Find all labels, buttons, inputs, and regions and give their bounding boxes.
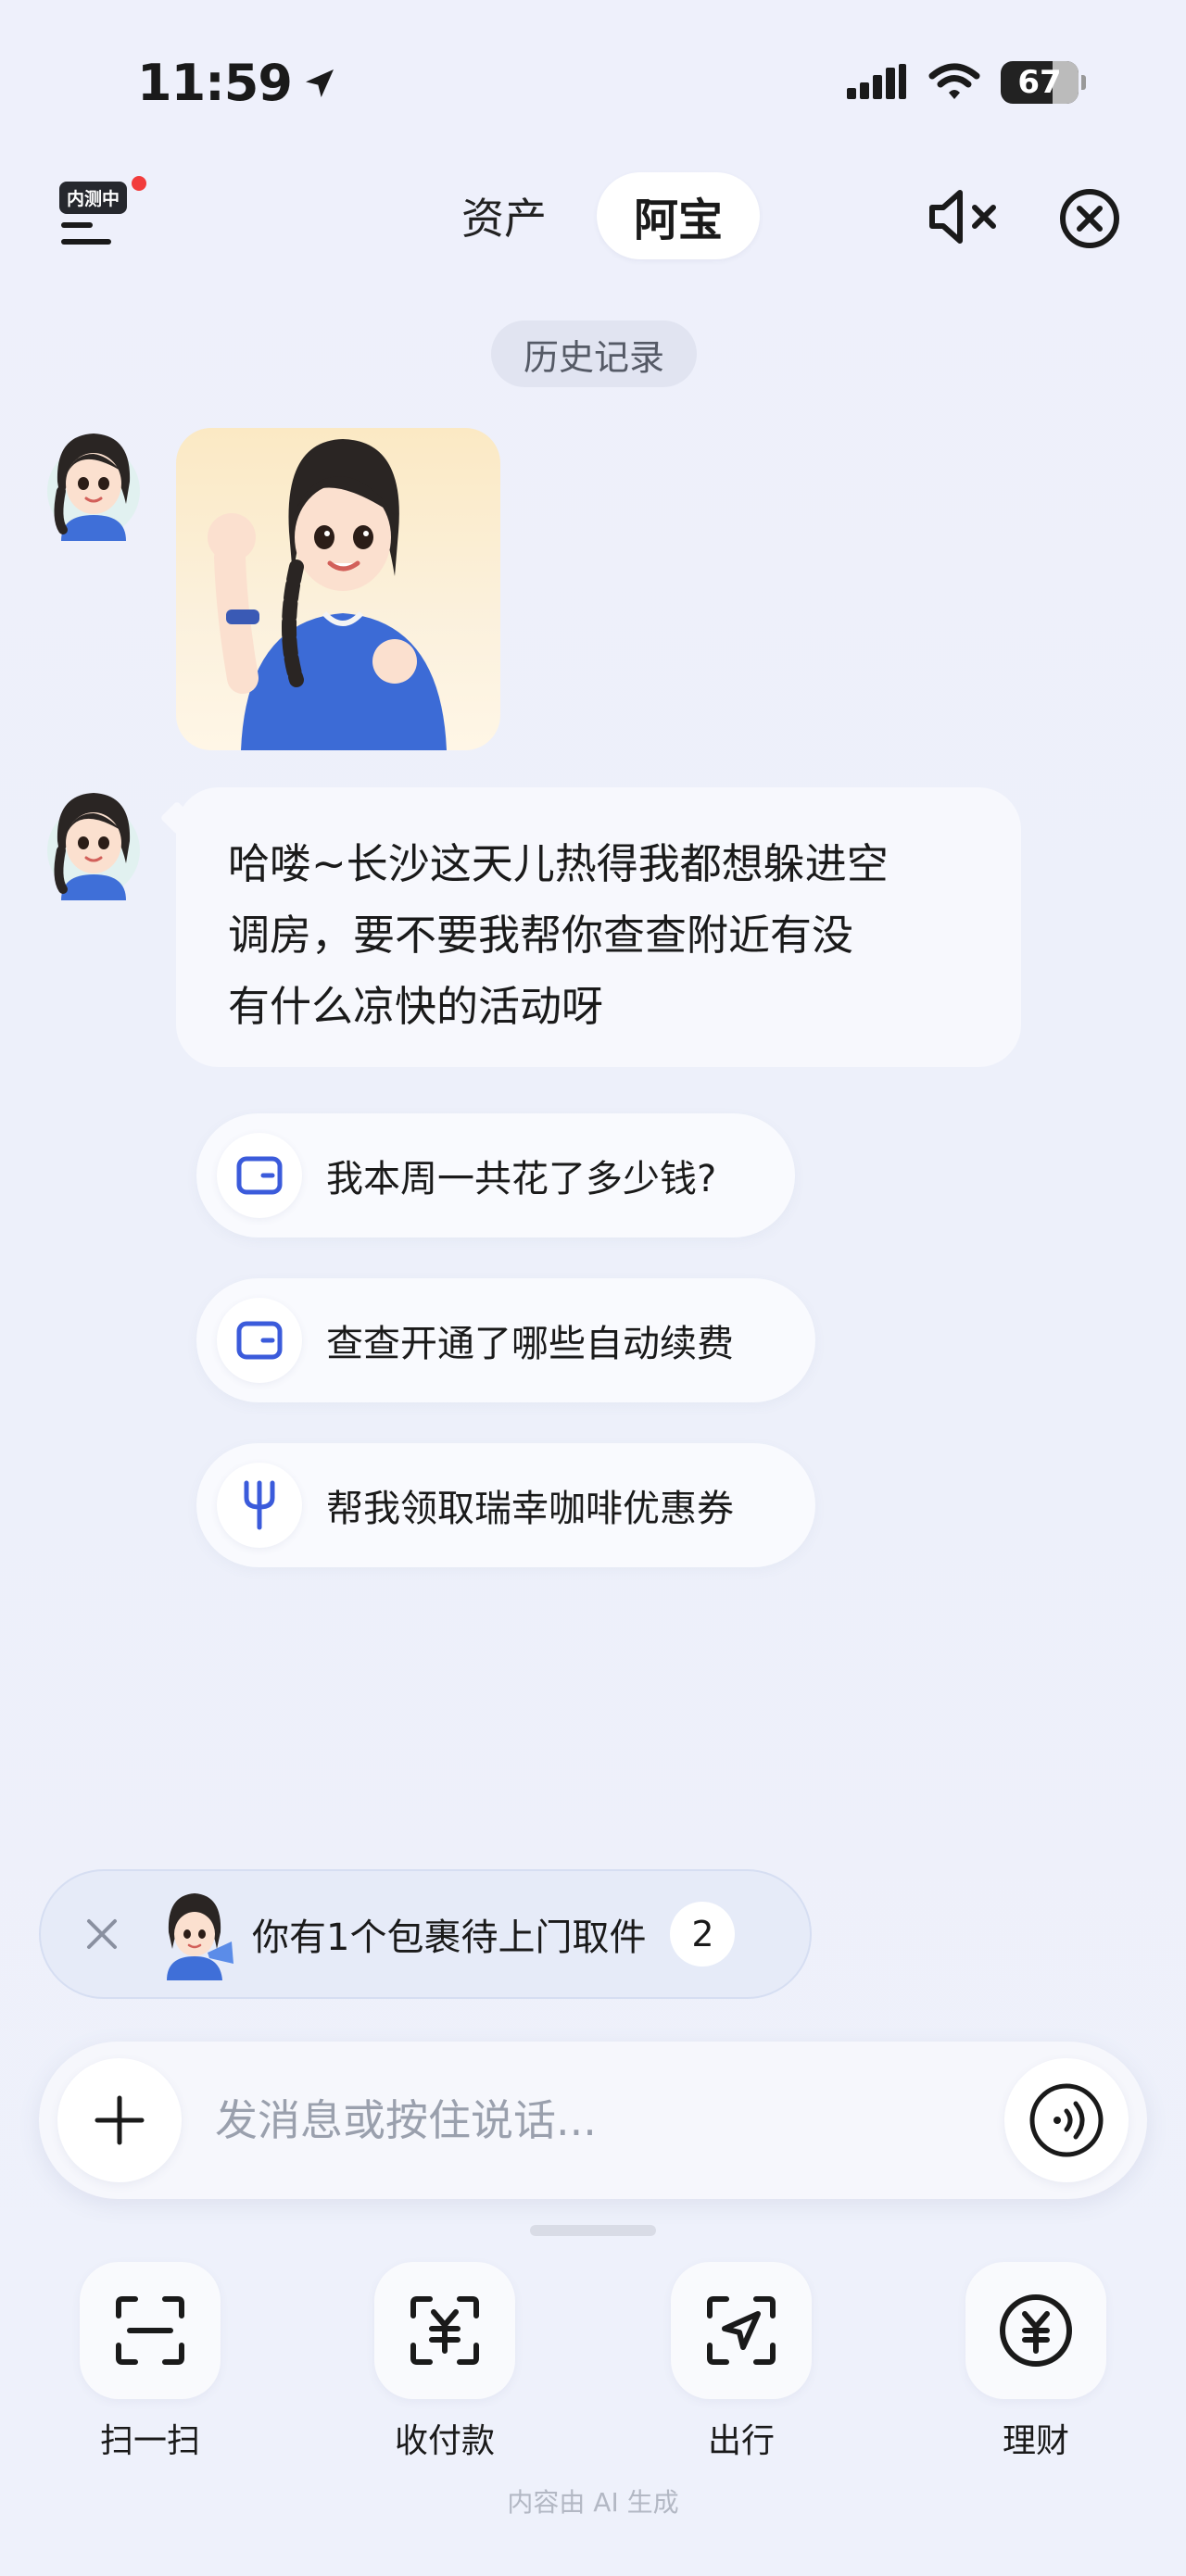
close-icon[interactable] — [1058, 187, 1121, 250]
assistant-avatar — [47, 793, 140, 900]
waving-girl-illustration — [208, 439, 447, 750]
quick-action-label: 出行 — [707, 2422, 775, 2460]
suggestion-label: 我本周一共花了多少钱? — [326, 1158, 717, 1200]
yuan-circle-icon — [1000, 2294, 1072, 2367]
message-line: 有什么凉快的活动呀 — [228, 982, 604, 1031]
navigation-icon — [707, 2296, 776, 2365]
message-composer — [39, 2042, 1147, 2199]
quick-action-scan[interactable]: 扫一扫 — [76, 2262, 224, 2462]
beta-badge: 内测中 — [59, 182, 128, 214]
suggestion-label: 帮我领取瑞幸咖啡优惠券 — [326, 1488, 734, 1530]
wallet-icon — [236, 1321, 283, 1360]
assistant-message: 哈喽~长沙这天儿热得我都想躲进空 调房，要不要我帮你查查附近有没 有什么凉快的活… — [176, 787, 1021, 1067]
yuan-receipt-icon — [410, 2296, 479, 2365]
assistant-avatar — [47, 434, 140, 541]
menu-button[interactable]: 内测中 — [56, 176, 146, 256]
tab-assets[interactable]: 资产 — [461, 185, 547, 246]
location-arrow-icon — [305, 69, 334, 97]
mute-icon[interactable] — [927, 185, 1001, 248]
notification-text: 你有1个包裹待上门取件 — [252, 1916, 647, 1959]
assistant-megaphone-avatar — [167, 1893, 233, 1980]
message-input[interactable] — [182, 2074, 1004, 2167]
suggestion-label: 查查开通了哪些自动续费 — [326, 1323, 734, 1365]
wallet-icon — [236, 1156, 283, 1195]
plus-icon — [95, 2095, 145, 2145]
voice-button[interactable] — [1004, 2058, 1129, 2182]
suggestion-chip[interactable]: 查查开通了哪些自动续费 — [196, 1278, 815, 1402]
history-button[interactable]: 历史记录 — [491, 320, 697, 387]
battery-indicator: 67 — [1001, 61, 1086, 104]
drag-handle[interactable] — [530, 2225, 656, 2236]
greeting-image — [176, 428, 500, 750]
quick-action-pay[interactable]: 收付款 — [371, 2262, 519, 2462]
status-time: 11:59 — [137, 54, 338, 112]
package-notification[interactable]: 你有1个包裹待上门取件 2 — [39, 1869, 812, 1999]
ai-disclaimer: 内容由 AI 生成 — [507, 2487, 679, 2518]
suggestion-chip[interactable]: 帮我领取瑞幸咖啡优惠券 — [196, 1443, 815, 1567]
quick-action-finance[interactable]: 理财 — [962, 2262, 1110, 2462]
notification-count-badge: 2 — [670, 1902, 736, 1967]
cellular-signal-icon — [847, 64, 906, 99]
voice-wave-icon — [1029, 2083, 1104, 2157]
wifi-icon — [928, 63, 980, 99]
status-icons: 67 — [847, 61, 1086, 104]
quick-action-label: 收付款 — [394, 2422, 495, 2460]
scan-icon — [116, 2296, 184, 2365]
notification-dot — [132, 176, 146, 191]
quick-action-travel[interactable]: 出行 — [667, 2262, 815, 2462]
add-button[interactable] — [57, 2058, 182, 2182]
message-line: 调房，要不要我帮你查查附近有没 — [228, 911, 854, 960]
message-line: 哈喽~长沙这天儿热得我都想躲进空 — [228, 839, 889, 888]
quick-action-label: 理财 — [1002, 2422, 1069, 2460]
tab-abao[interactable]: 阿宝 — [597, 172, 760, 259]
dismiss-icon[interactable] — [83, 1916, 120, 1953]
menu-icon-line — [61, 222, 93, 228]
suggestion-chip[interactable]: 我本周一共花了多少钱? — [196, 1113, 795, 1238]
menu-icon-line — [61, 239, 111, 245]
quick-action-label: 扫一扫 — [99, 2422, 200, 2460]
fork-icon — [244, 1480, 275, 1530]
